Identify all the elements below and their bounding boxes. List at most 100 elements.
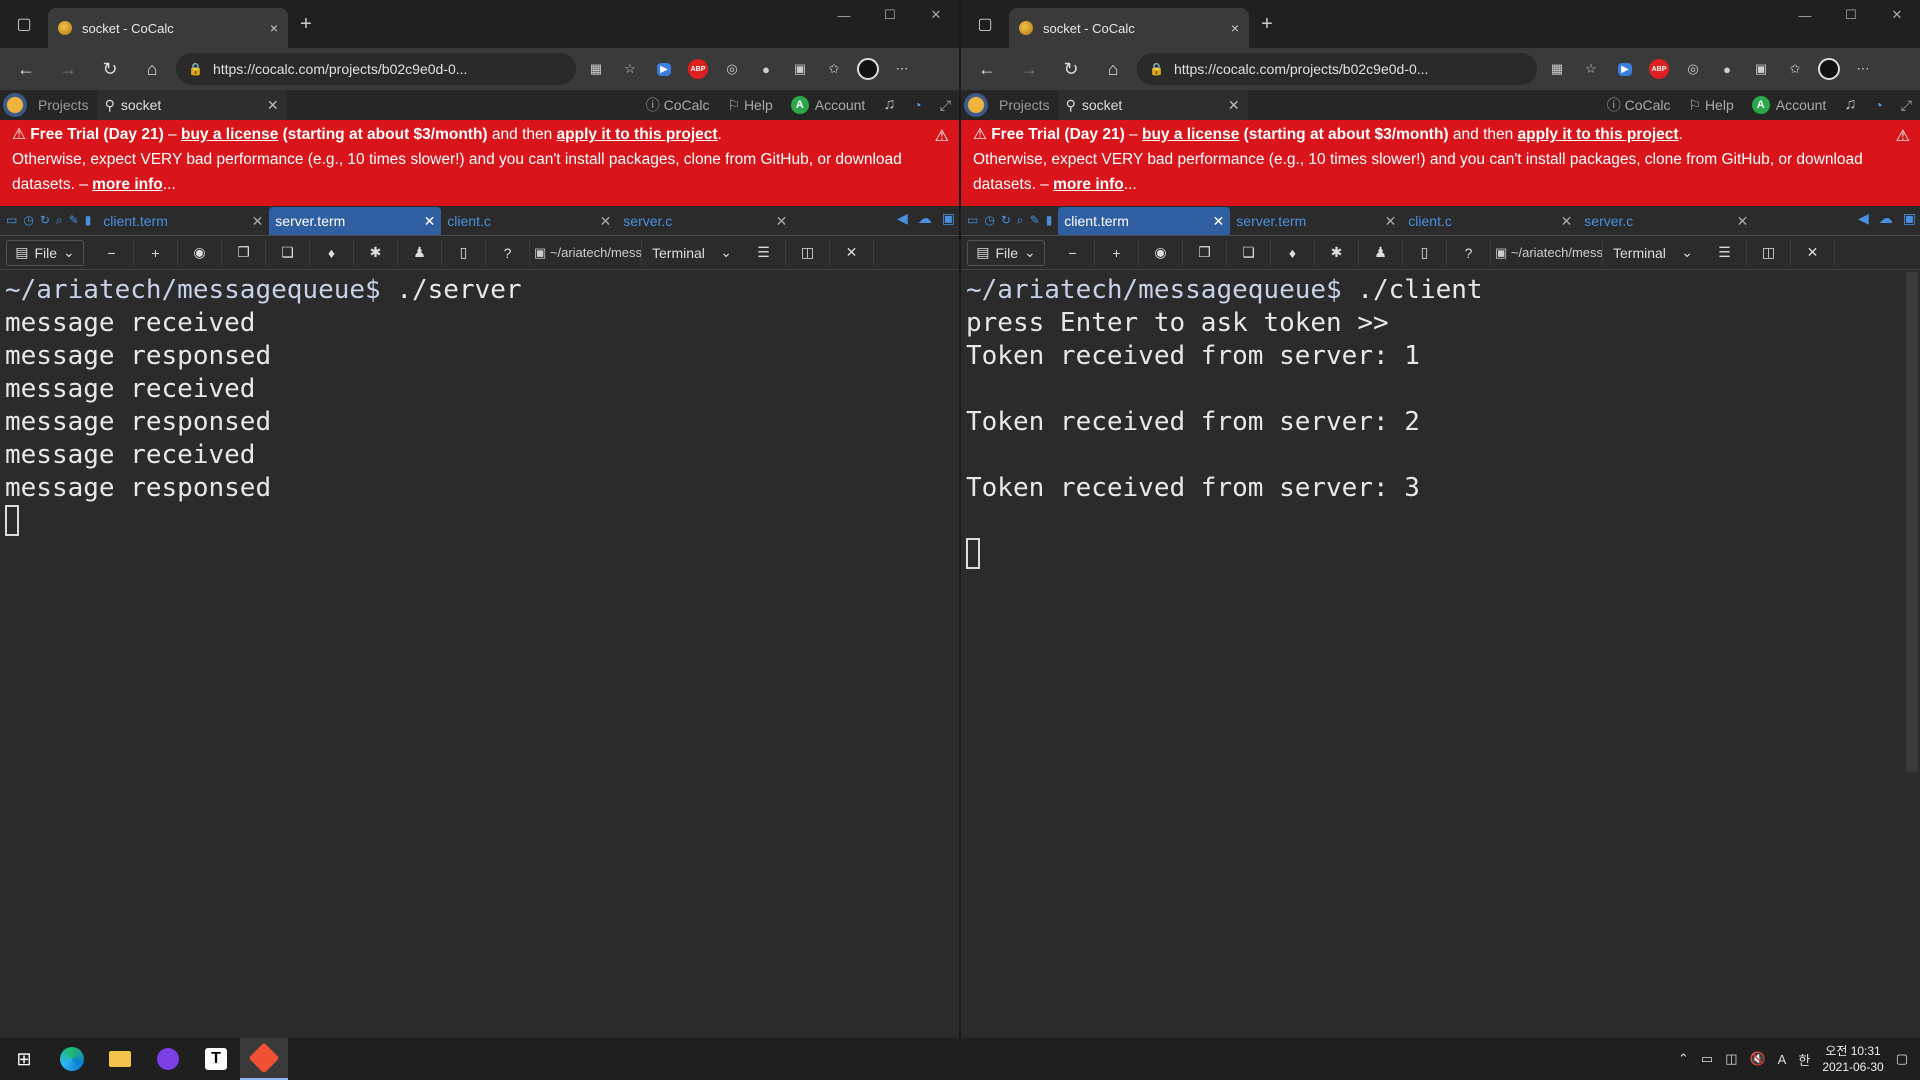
copy-icon[interactable]: ❐ [222, 239, 266, 266]
notifications-bell-icon[interactable]: ♫ [1844, 96, 1856, 114]
tab-client-c[interactable]: client.c ✕ [441, 207, 617, 235]
zoom-in-button[interactable]: + [1095, 239, 1139, 266]
cocalc-link[interactable]: ⓘ CoCalc [1607, 95, 1671, 115]
close-icon[interactable]: ✕ [424, 213, 436, 230]
back-icon[interactable]: ← [969, 53, 1005, 85]
tab-server-term[interactable]: server.term ✕ [269, 207, 442, 235]
close-tab-icon[interactable]: × [1231, 20, 1239, 36]
file-menu-button[interactable]: ▤ File ⌄ [967, 239, 1045, 266]
more-menu-icon[interactable]: ⋯ [888, 55, 916, 83]
notifications-bell-icon[interactable]: ♫ [883, 96, 895, 114]
profile-avatar-icon[interactable] [1815, 55, 1843, 83]
split-vertical-icon[interactable]: ◫ [786, 239, 830, 266]
maximize-icon[interactable]: ☐ [867, 0, 913, 30]
terminal-mode-select[interactable]: Terminal ⌄ [1603, 240, 1703, 266]
add-favorite-icon[interactable]: ☆ [616, 55, 644, 83]
extension-w-icon[interactable]: ▣ [1747, 55, 1775, 83]
zoom-extension-icon[interactable]: ▶ [650, 55, 678, 83]
kick-icon[interactable]: ♦ [310, 239, 354, 266]
tab-server-c[interactable]: server.c ✕ [617, 207, 793, 235]
help-icon[interactable]: ? [486, 239, 530, 266]
extension-w-icon[interactable]: ▣ [786, 55, 814, 83]
close-icon[interactable]: ✕ [1385, 213, 1397, 230]
git-app-icon[interactable] [240, 1038, 288, 1080]
help-icon[interactable]: ? [1447, 239, 1491, 266]
zoom-out-button[interactable]: − [90, 239, 134, 266]
clear-icon[interactable]: ▯ [442, 239, 486, 266]
extension-dark-circle-icon[interactable]: ● [752, 55, 780, 83]
favorites-icon[interactable]: ✩ [820, 55, 848, 83]
folder-icon[interactable]: ▭ [967, 213, 978, 227]
paste-icon[interactable]: ❏ [1227, 239, 1271, 266]
help-link[interactable]: ⚐ Help [1688, 97, 1733, 114]
copy-icon[interactable]: ❐ [1183, 239, 1227, 266]
extension-circle-icon[interactable]: ◎ [1679, 55, 1707, 83]
github-desktop-icon[interactable] [144, 1038, 192, 1080]
search-icon[interactable]: ⌕ [1017, 213, 1024, 228]
close-icon[interactable]: ✕ [1213, 213, 1225, 230]
close-icon[interactable]: ✕ [776, 213, 788, 230]
split-horizontal-icon[interactable]: ☰ [1703, 239, 1747, 266]
tab-client-term[interactable]: client.term ✕ [97, 207, 269, 235]
close-window-icon[interactable]: ✕ [913, 0, 959, 30]
help-link[interactable]: ⚐ Help [727, 97, 772, 114]
close-project-icon[interactable]: ✕ [267, 97, 279, 114]
history-icon[interactable]: ◷ [984, 213, 994, 227]
ime-korean-indicator[interactable]: 한 [1798, 1050, 1810, 1069]
account-link[interactable]: A Account [790, 96, 865, 114]
battery-icon[interactable]: ▭ [1701, 1051, 1713, 1067]
close-window-icon[interactable]: ✕ [1874, 0, 1920, 30]
home-icon[interactable]: ⌂ [1095, 53, 1131, 85]
close-icon[interactable]: ✕ [1737, 213, 1749, 230]
debug-icon[interactable]: ✱ [354, 239, 398, 266]
terminal-output-client[interactable]: ~/ariatech/messagequeue$ ./client press … [961, 270, 1920, 1038]
tab-actions-icon[interactable]: ▢ [0, 0, 48, 48]
buy-license-link[interactable]: buy a license [181, 126, 278, 143]
project-tab[interactable]: ⚲ socket ✕ [96, 90, 287, 120]
close-frame-icon[interactable]: ✕ [830, 239, 874, 266]
zoom-out-button[interactable]: − [1051, 239, 1095, 266]
back-icon[interactable]: ← [8, 53, 44, 85]
forward-icon[interactable]: → [50, 53, 86, 85]
users-icon[interactable]: ♟ [1359, 239, 1403, 266]
project-tab[interactable]: ⚲ socket ✕ [1057, 90, 1248, 120]
search-icon[interactable]: ⌕ [56, 213, 63, 228]
terminal-scrollbar[interactable] [1906, 272, 1918, 772]
chat-icon[interactable]: ☁ [1879, 210, 1893, 227]
maximize-icon[interactable]: ☐ [1828, 0, 1874, 30]
file-explorer-icon[interactable] [96, 1038, 144, 1080]
browser-tab[interactable]: socket - CoCalc × [48, 8, 288, 48]
apply-license-link[interactable]: apply it to this project [1518, 126, 1679, 143]
lock-files-icon[interactable]: ▣ [1903, 210, 1916, 227]
new-tab-button[interactable]: + [288, 13, 324, 36]
close-frame-icon[interactable]: ✕ [1791, 239, 1835, 266]
terminal-path[interactable]: ▣ ~/ariatech/mess [1491, 239, 1603, 266]
refresh-icon[interactable]: ↻ [92, 53, 128, 85]
close-project-icon[interactable]: ✕ [1228, 97, 1240, 114]
typora-icon[interactable]: T [192, 1038, 240, 1080]
taskbar-clock[interactable]: 오전 10:31 2021-06-30 [1822, 1043, 1883, 1075]
minimize-icon[interactable]: — [1782, 0, 1828, 30]
projects-link[interactable]: Projects [991, 97, 1058, 113]
refresh-files-icon[interactable]: ↻ [1001, 213, 1011, 227]
close-icon[interactable]: ✕ [252, 213, 264, 230]
extension-dark-circle-icon[interactable]: ● [1713, 55, 1741, 83]
file-menu-button[interactable]: ▤ File ⌄ [6, 239, 84, 266]
paste-icon[interactable]: ❏ [266, 239, 310, 266]
terminal-path[interactable]: ▣ ~/ariatech/mess [530, 239, 642, 266]
folder-icon[interactable]: ▭ [6, 213, 17, 227]
url-field[interactable]: 🔒 https://cocalc.com/projects/b02c9e0d-0… [176, 53, 576, 85]
edge-browser-icon[interactable] [48, 1038, 96, 1080]
clear-icon[interactable]: ▯ [1403, 239, 1447, 266]
refresh-files-icon[interactable]: ↻ [40, 213, 50, 227]
adblock-extension-icon[interactable]: ABP [1645, 55, 1673, 83]
settings-wrench-icon[interactable]: ✎ [1030, 213, 1040, 227]
forward-icon[interactable]: → [1011, 53, 1047, 85]
browser-tab[interactable]: socket - CoCalc × [1009, 8, 1249, 48]
more-info-link[interactable]: more info [1053, 176, 1124, 193]
buy-license-link[interactable]: buy a license [1142, 126, 1239, 143]
users-icon[interactable]: ♟ [398, 239, 442, 266]
info-icon[interactable]: ▮ [1046, 213, 1053, 227]
volume-muted-icon[interactable]: 🔇 [1749, 1051, 1765, 1067]
adblock-extension-icon[interactable]: ABP [684, 55, 712, 83]
